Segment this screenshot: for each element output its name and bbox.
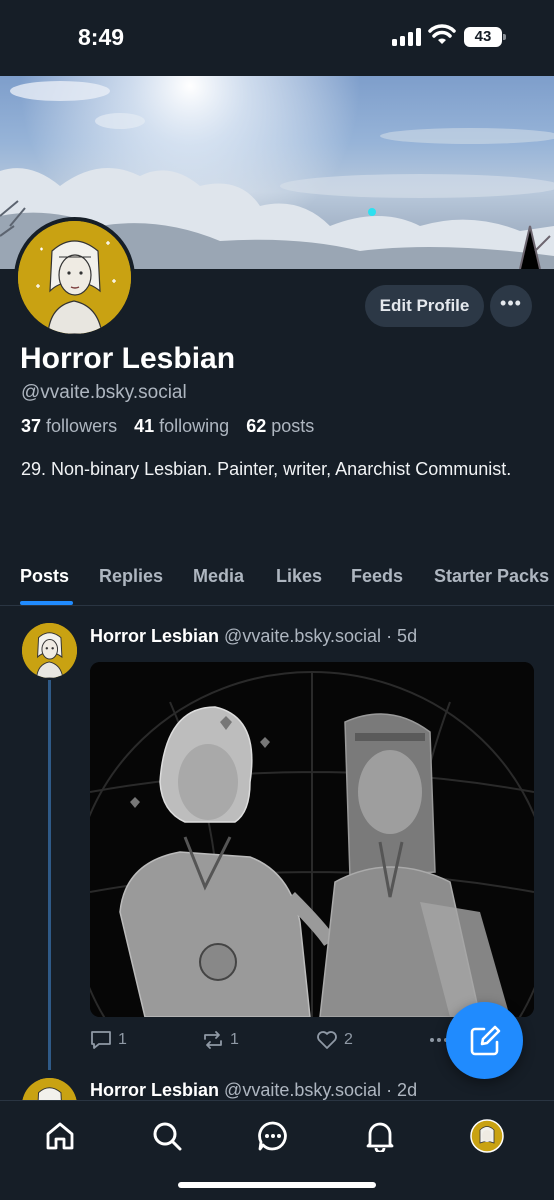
- nav-profile[interactable]: [470, 1119, 504, 1153]
- following-label: following: [159, 416, 230, 436]
- compose-button[interactable]: [446, 1002, 523, 1079]
- chat-icon: [258, 1121, 287, 1151]
- battery-icon: 43: [464, 27, 506, 47]
- profile-bio: 29. Non-binary Lesbian. Painter, writer,…: [21, 459, 512, 479]
- like-count: 2: [344, 1031, 353, 1048]
- nav-chat[interactable]: [256, 1119, 290, 1153]
- profile-avatar-small: [470, 1119, 504, 1153]
- tab-posts[interactable]: Posts: [20, 566, 69, 587]
- post-author[interactable]: Horror Lesbian: [90, 626, 219, 646]
- tab-replies[interactable]: Replies: [99, 566, 163, 587]
- post-age: · 2d: [386, 1080, 418, 1100]
- post-handle[interactable]: @vvaite.bsky.social: [224, 1080, 381, 1100]
- repost-icon: [204, 1031, 222, 1049]
- nav-home[interactable]: [43, 1119, 77, 1153]
- post-avatar[interactable]: [22, 623, 77, 678]
- repost-count: 1: [230, 1031, 239, 1048]
- active-tab-indicator: [20, 601, 73, 605]
- compose-icon: [470, 1025, 500, 1055]
- wifi-icon: [428, 24, 456, 44]
- nav-search[interactable]: [150, 1119, 184, 1153]
- search-icon: [153, 1122, 182, 1151]
- followers-link[interactable]: 37 followers: [21, 416, 117, 436]
- status-bar: 8:49 43: [0, 0, 554, 76]
- bell-icon: [366, 1122, 394, 1152]
- edit-profile-button[interactable]: Edit Profile: [365, 285, 484, 327]
- followers-label: followers: [46, 416, 118, 436]
- tab-media[interactable]: Media: [193, 566, 244, 587]
- following-link[interactable]: 41 following: [134, 416, 229, 436]
- thread-line: [48, 680, 51, 1070]
- profile-display-name: Horror Lesbian: [20, 342, 236, 375]
- post-header: Horror Lesbian @vvaite.bsky.social · 2d: [90, 1080, 417, 1101]
- post-image[interactable]: [90, 662, 534, 1017]
- reply-button[interactable]: 1: [90, 1030, 127, 1050]
- reply-count: 1: [118, 1031, 127, 1048]
- like-button[interactable]: 2: [316, 1030, 353, 1050]
- post-author[interactable]: Horror Lesbian: [90, 1080, 219, 1100]
- profile-tabs: Posts Replies Media Likes Feeds Starter …: [0, 558, 554, 606]
- more-options-button[interactable]: •••: [490, 285, 532, 327]
- tab-feeds[interactable]: Feeds: [351, 566, 403, 587]
- repost-button[interactable]: 1: [202, 1030, 239, 1050]
- post-header: Horror Lesbian @vvaite.bsky.social · 5d: [90, 626, 417, 647]
- nav-notifications[interactable]: [363, 1119, 397, 1153]
- home-indicator: [178, 1182, 376, 1188]
- following-count: 41: [134, 416, 155, 436]
- status-time: 8:49: [78, 24, 125, 50]
- signal-icon: [392, 28, 422, 46]
- reply-icon: [91, 1031, 111, 1049]
- heart-icon: [317, 1031, 337, 1049]
- profile-handle: @vvaite.bsky.social: [21, 382, 187, 403]
- tab-starter-packs[interactable]: Starter Packs: [434, 566, 549, 587]
- profile-avatar[interactable]: [14, 217, 135, 338]
- tab-likes[interactable]: Likes: [276, 566, 322, 587]
- profile-stats: 37 followers 41 following 62 posts: [21, 416, 314, 437]
- post-age: · 5d: [386, 626, 418, 646]
- posts-count: 62: [246, 416, 267, 436]
- followers-count: 37: [21, 416, 42, 436]
- posts-stat: 62 posts: [246, 416, 314, 436]
- home-icon: [46, 1122, 74, 1150]
- posts-label: posts: [271, 416, 315, 436]
- post-handle[interactable]: @vvaite.bsky.social: [224, 626, 381, 646]
